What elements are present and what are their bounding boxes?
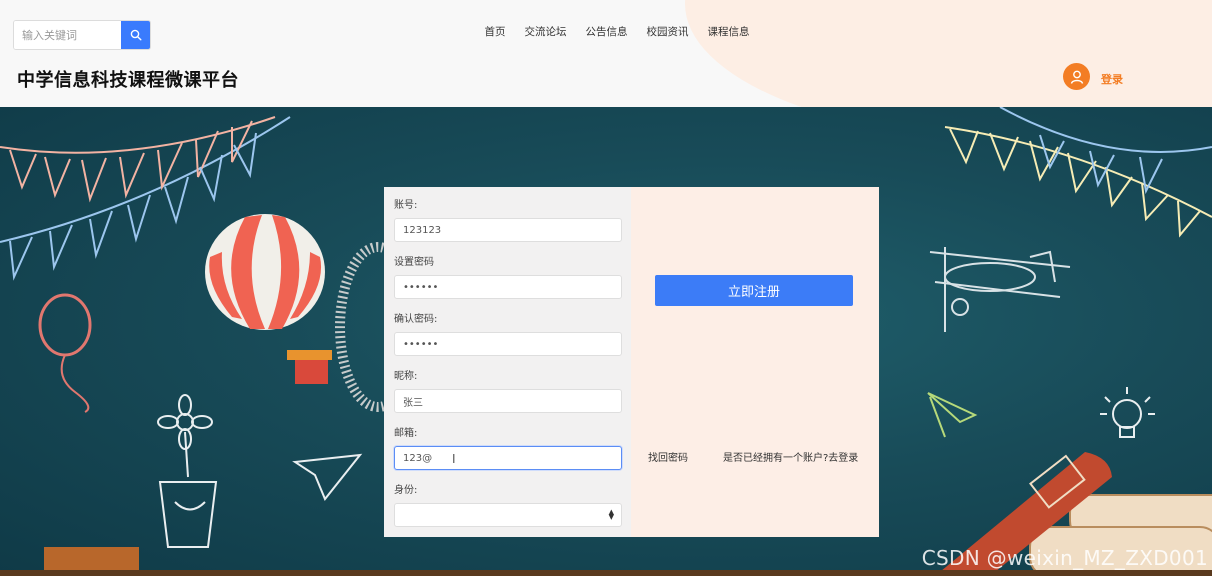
csdn-watermark: CSDN @weixin_MZ_ZXD001 xyxy=(921,546,1208,570)
nav-home[interactable]: 首页 xyxy=(475,22,515,42)
confirm-password-field: 确认密码: xyxy=(394,313,622,368)
account-label: 账号: xyxy=(394,200,418,211)
site-title: 中学信息科技课程微课平台 xyxy=(17,70,239,91)
account-field: 账号: xyxy=(394,199,622,254)
register-button[interactable]: 立即注册 xyxy=(655,275,853,306)
go-login-link[interactable]: 是否已经拥有一个账户?去登录 xyxy=(723,449,858,464)
role-field: 身份: ▲ ▼ xyxy=(394,484,622,539)
password-field: 设置密码 xyxy=(394,256,622,311)
role-label: 身份: xyxy=(394,485,418,496)
register-actions: 立即注册 找回密码 是否已经拥有一个账户?去登录 xyxy=(631,187,879,537)
login-link[interactable]: 登录 xyxy=(1101,71,1123,87)
register-panel: 账号: 设置密码 确认密码: 昵称: 邮箱: I 身份: ▲▼ xyxy=(384,187,879,537)
confirm-password-input[interactable] xyxy=(394,332,622,356)
nav-courses[interactable]: 课程信息 xyxy=(698,22,759,42)
password-label: 设置密码 xyxy=(394,257,434,268)
role-select[interactable]: ▲ ▼ xyxy=(394,503,622,527)
search-input[interactable] xyxy=(14,21,121,49)
search-box xyxy=(13,20,151,50)
nav-forum[interactable]: 交流论坛 xyxy=(515,22,576,42)
nickname-input[interactable] xyxy=(394,389,622,413)
text-cursor-icon: I xyxy=(452,452,456,466)
nickname-field: 昵称: xyxy=(394,370,622,425)
email-label: 邮箱: xyxy=(394,428,418,439)
search-icon xyxy=(130,29,142,41)
header-decoration xyxy=(685,0,1212,107)
account-input[interactable] xyxy=(394,218,622,242)
floor-strip xyxy=(0,570,1212,576)
user-icon xyxy=(1070,70,1083,84)
search-button[interactable] xyxy=(121,21,150,49)
site-header: 首页 交流论坛 公告信息 校园资讯 课程信息 中学信息科技课程微课平台 登录 xyxy=(0,0,1212,107)
forgot-password-link[interactable]: 找回密码 xyxy=(648,449,688,464)
select-arrows-icon: ▲ ▼ xyxy=(608,508,614,521)
nickname-label: 昵称: xyxy=(394,371,418,382)
main-nav: 首页 交流论坛 公告信息 校园资讯 课程信息 xyxy=(475,22,759,42)
nav-announcements[interactable]: 公告信息 xyxy=(576,22,637,42)
email-input[interactable] xyxy=(394,446,622,470)
nav-campus-news[interactable]: 校园资讯 xyxy=(637,22,698,42)
confirm-password-label: 确认密码: xyxy=(394,314,438,325)
user-avatar[interactable] xyxy=(1063,63,1090,90)
password-input[interactable] xyxy=(394,275,622,299)
email-field: 邮箱: I xyxy=(394,427,622,482)
register-form: 账号: 设置密码 确认密码: 昵称: 邮箱: I 身份: ▲▼ xyxy=(384,187,631,537)
